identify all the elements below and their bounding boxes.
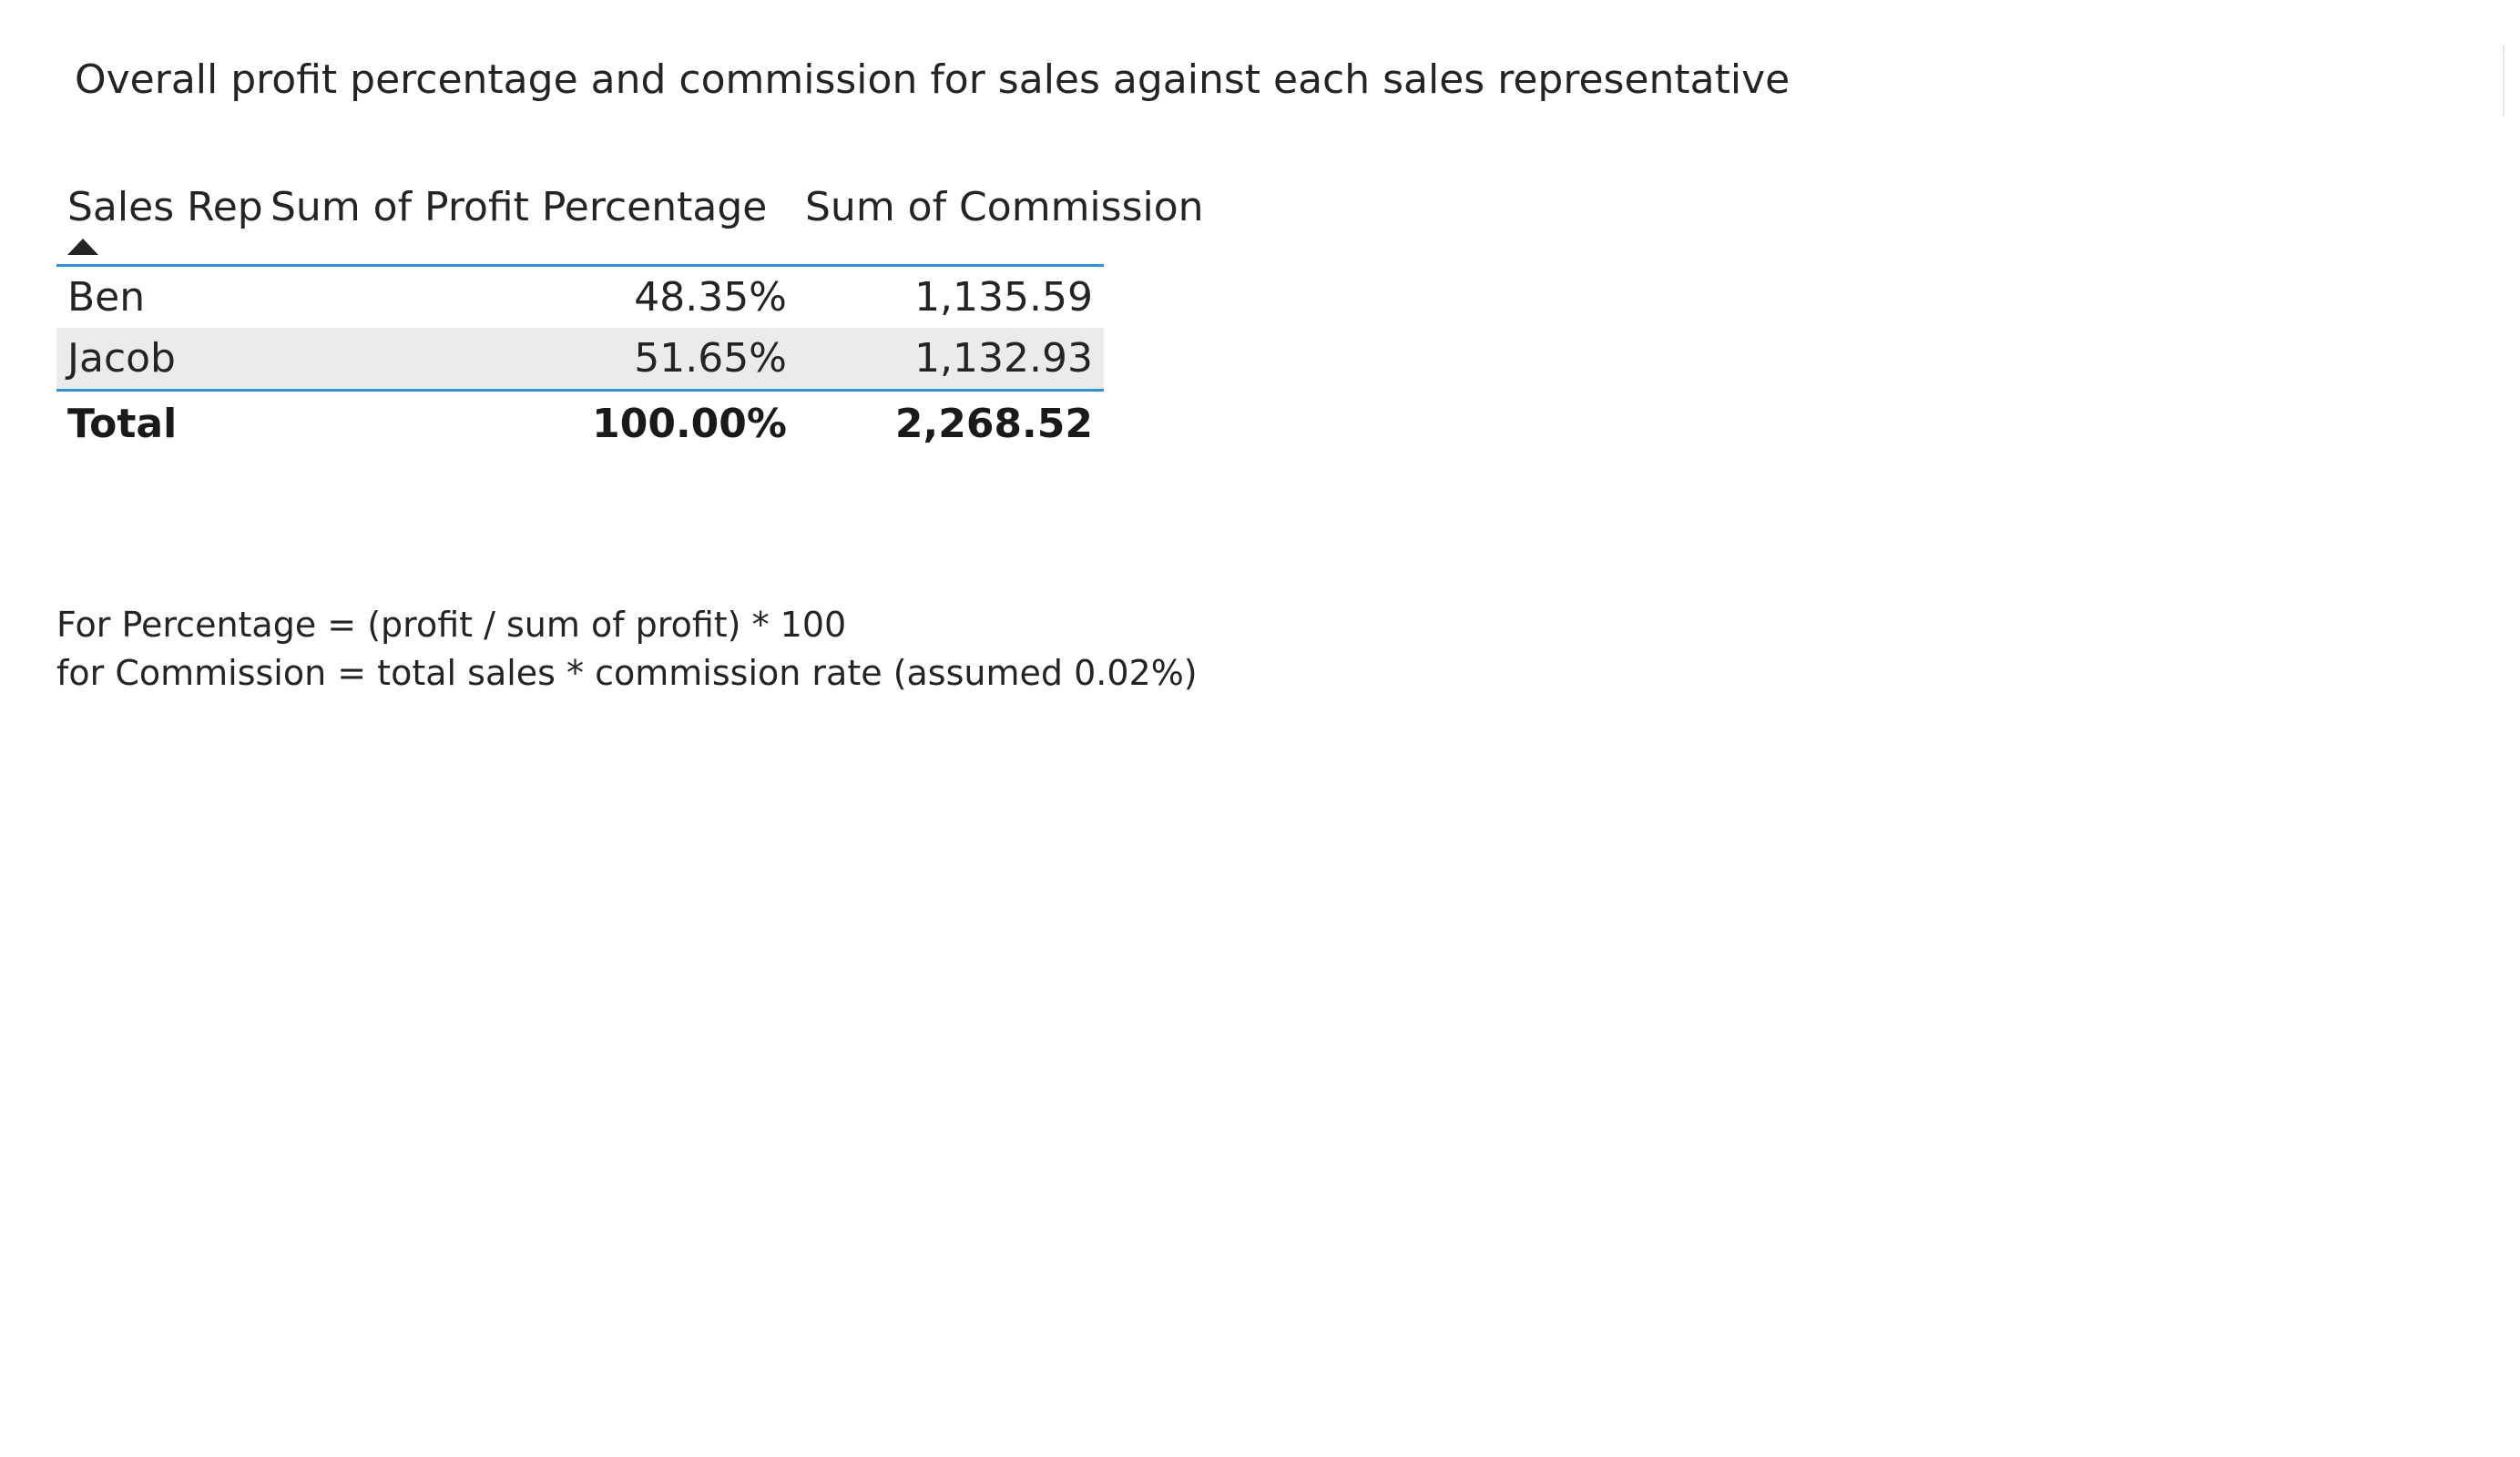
table-body: Ben 48.35% 1,135.59 Jacob 51.65% 1,132.9… bbox=[56, 267, 1104, 392]
note-commission-formula: for Commission = total sales * commissio… bbox=[56, 653, 1198, 693]
visual-border-edge bbox=[2503, 46, 2505, 117]
table-header: Sales Rep Sum of Profit Percentage Sum o… bbox=[56, 178, 1204, 267]
cell-profit-percentage: 51.65% bbox=[634, 335, 787, 382]
note-percentage-formula: For Percentage = (profit / sum of profit… bbox=[56, 605, 847, 645]
table-visual[interactable]: Sales Rep Sum of Profit Percentage Sum o… bbox=[56, 178, 1204, 455]
cell-sales-rep: Ben bbox=[67, 274, 146, 321]
notes-textbox: For Percentage = (profit / sum of profit… bbox=[56, 601, 1198, 698]
cell-profit-percentage: 48.35% bbox=[634, 274, 787, 321]
column-header-commission[interactable]: Sum of Commission bbox=[787, 178, 1204, 264]
total-label: Total bbox=[67, 400, 178, 447]
table-row[interactable]: Jacob 51.65% 1,132.93 bbox=[56, 328, 1104, 389]
cell-sales-rep: Jacob bbox=[67, 335, 176, 382]
cell-commission: 1,132.93 bbox=[914, 335, 1093, 382]
visual-title: Overall profit percentage and commission… bbox=[75, 56, 1791, 103]
total-profit-percentage: 100.00% bbox=[592, 400, 787, 447]
column-header-profit-percentage[interactable]: Sum of Profit Percentage bbox=[261, 178, 787, 264]
cell-commission: 1,135.59 bbox=[914, 274, 1093, 321]
total-commission: 2,268.52 bbox=[894, 400, 1093, 447]
table-total-row: Total 100.00% 2,268.52 bbox=[56, 392, 1104, 455]
sort-ascending-icon[interactable] bbox=[67, 239, 98, 255]
report-canvas: Overall profit percentage and commission… bbox=[0, 0, 2520, 1457]
table-row[interactable]: Ben 48.35% 1,135.59 bbox=[56, 267, 1104, 328]
